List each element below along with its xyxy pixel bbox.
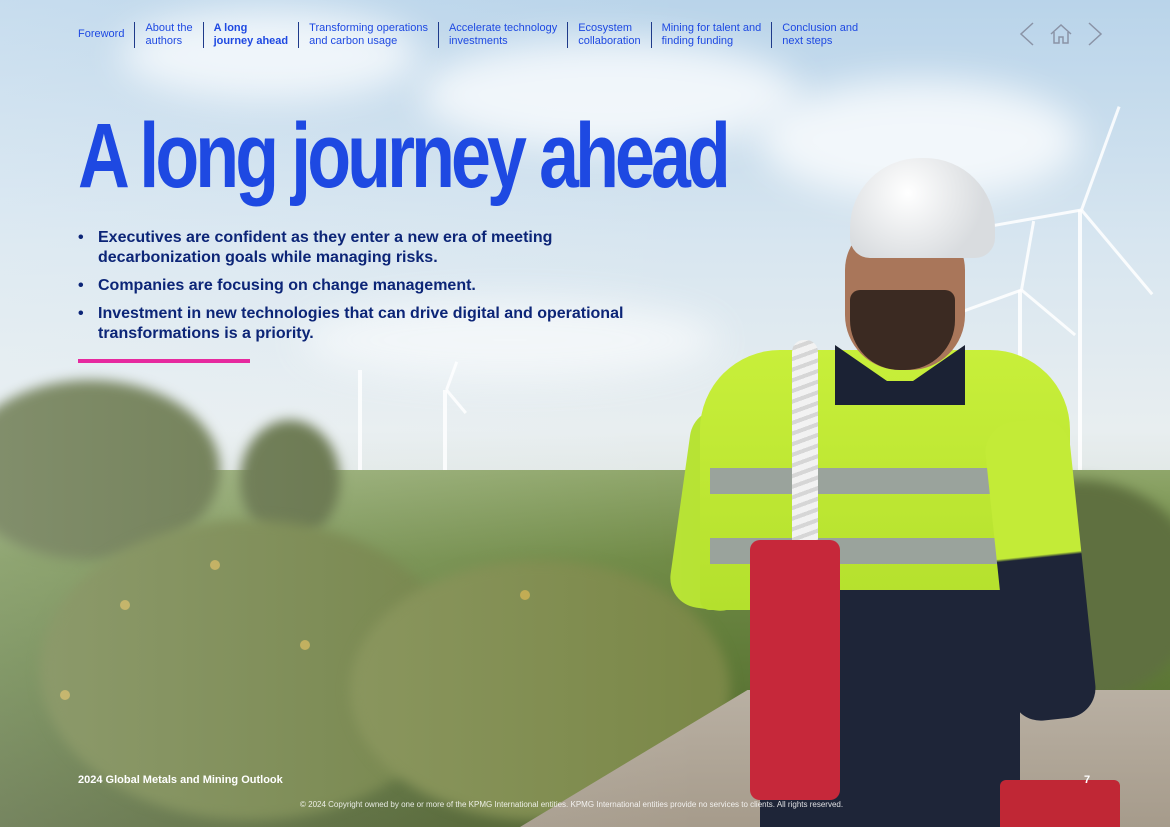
section-navigation: Foreword About the authors A long journe… <box>78 22 868 50</box>
nav-item-foreword[interactable]: Foreword <box>78 22 134 41</box>
nav-item-a-long-journey-ahead[interactable]: A long journey ahead <box>202 22 299 48</box>
home-icon <box>1050 23 1072 44</box>
previous-page-button[interactable] <box>1014 20 1040 48</box>
nav-item-conclusion[interactable]: Conclusion and next steps <box>771 22 868 48</box>
accent-divider <box>78 359 250 363</box>
chevron-right-icon <box>1088 22 1103 46</box>
page-title: A long journey ahead <box>78 105 731 207</box>
home-button[interactable] <box>1048 20 1074 48</box>
next-page-button[interactable] <box>1082 20 1108 48</box>
key-points-list: Executives are confident as they enter a… <box>78 228 678 352</box>
chevron-left-icon <box>1019 22 1034 46</box>
list-item: Companies are focusing on change managem… <box>78 276 678 296</box>
page-number: 7 <box>1084 774 1091 786</box>
nav-item-mining-for-talent[interactable]: Mining for talent and finding funding <box>650 22 772 48</box>
nav-item-accelerate-technology[interactable]: Accelerate technology investments <box>437 22 567 48</box>
nav-item-transforming-operations[interactable]: Transforming operations and carbon usage <box>298 22 438 48</box>
nav-item-ecosystem-collaboration[interactable]: Ecosystem collaboration <box>567 22 650 48</box>
list-item: Investment in new technologies that can … <box>78 304 678 344</box>
copyright-notice: © 2024 Copyright owned by one or more of… <box>300 800 844 809</box>
publication-title: 2024 Global Metals and Mining Outlook <box>78 774 283 786</box>
page-controls <box>1014 20 1108 48</box>
list-item: Executives are confident as they enter a… <box>78 228 678 268</box>
nav-item-about-the-authors[interactable]: About the authors <box>134 22 202 48</box>
